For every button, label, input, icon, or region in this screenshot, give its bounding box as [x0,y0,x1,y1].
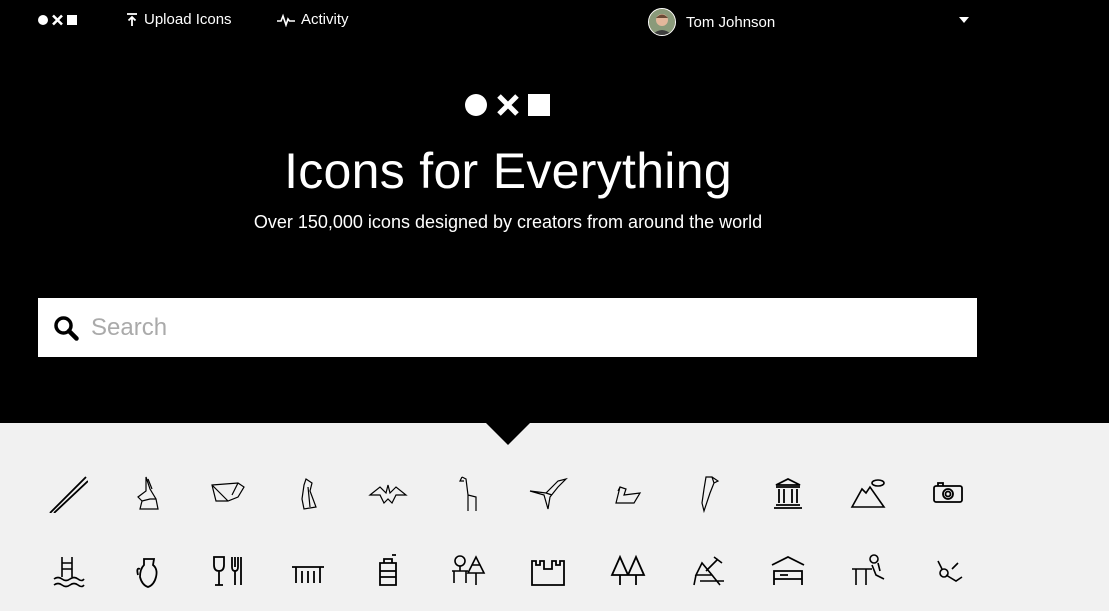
table-icon[interactable] [288,551,328,591]
origami-penguin-icon[interactable] [288,473,328,513]
pointer-notch [486,423,530,445]
swimming-pool-icon[interactable] [48,551,88,591]
icon-grid [0,423,1109,611]
museum-icon[interactable] [768,473,808,513]
avatar [648,8,676,36]
trees-icon[interactable] [608,551,648,591]
user-name: Tom Johnson [686,13,776,31]
logo-mark-icon [465,94,550,116]
origami-bat-icon[interactable] [368,473,408,513]
castle-icon[interactable] [528,551,568,591]
page-title: Icons for Everything [284,143,732,199]
mountain-icon[interactable] [848,473,888,513]
search-input[interactable] [89,312,953,343]
top-navbar: Upload Icons Activity Tom Johnson [0,0,1109,42]
activity-label: Activity [301,11,349,28]
restaurant-icon[interactable] [208,551,248,591]
massage-icon[interactable] [848,551,888,591]
origami-giraffe-icon[interactable] [448,473,488,513]
logo-mark-icon [38,14,77,26]
chopsticks-icon[interactable] [48,473,89,514]
vase-icon[interactable] [128,551,168,591]
origami-parrot-icon[interactable] [688,473,728,514]
diving-icon[interactable] [928,551,968,591]
page-subtitle: Over 150,000 icons designed by creators … [253,212,763,232]
origami-duck-icon[interactable] [608,473,648,513]
chevron-down-icon[interactable] [959,17,969,23]
camera-icon[interactable] [928,473,968,513]
activity-link[interactable]: Activity [277,11,349,28]
hero-logo [465,93,551,117]
activity-pulse-icon [277,13,295,27]
upload-icons-link[interactable]: Upload Icons [126,11,232,28]
hero-section: Upload Icons Activity Tom Johnson Icons … [0,0,1109,423]
origami-bird-icon[interactable] [528,473,568,513]
origami-rabbit-icon[interactable] [128,473,168,513]
park-icon[interactable] [448,551,488,591]
upload-icons-label: Upload Icons [144,11,232,28]
logo[interactable] [38,14,78,26]
upload-icon [127,12,137,26]
water-tower-icon[interactable] [368,551,408,591]
origami-pig-icon[interactable] [208,473,248,513]
search-icon[interactable] [53,315,79,341]
beach-chair-icon[interactable] [688,551,728,591]
search-bar [38,298,977,357]
hotel-icon[interactable] [768,551,808,591]
user-menu[interactable]: Tom Johnson [648,8,775,36]
